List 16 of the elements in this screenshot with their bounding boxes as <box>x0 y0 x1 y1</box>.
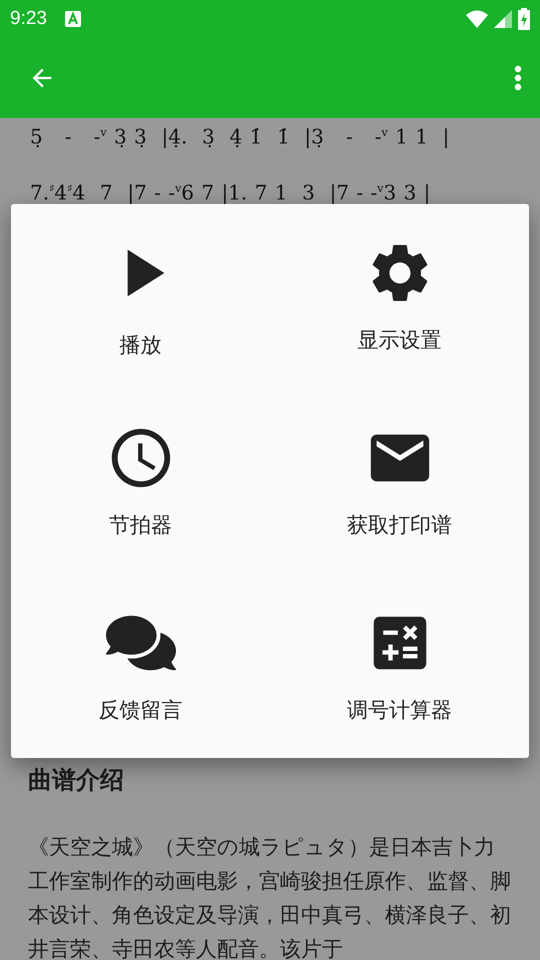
battery-icon <box>518 8 530 30</box>
notation-line: 5̣ - -$^{v}$ 3̣ 3̣ |4̣. 3̣ 4̣ 1̇ 1̇ |3̣ - -$^{v}$ 1 1 | <box>30 124 450 151</box>
menu-item[interactable]: 节拍器 <box>11 388 270 574</box>
menu-item[interactable]: 反馈留言 <box>11 573 270 758</box>
signal-icon <box>494 10 512 28</box>
menu-item[interactable]: 显示设置 <box>270 204 529 389</box>
wifi-icon <box>466 10 488 28</box>
menu-item[interactable]: 获取打印谱 <box>270 388 529 574</box>
status-time: 9:23 <box>10 8 47 30</box>
menu-item[interactable]: 调号计算器 <box>270 573 529 758</box>
more-options-icon <box>514 65 522 91</box>
notification-icon <box>64 11 81 27</box>
section-heading: 曲谱介绍 <box>28 765 124 796</box>
notation-line: 7.$^{♯}$4$^{♯}$4 7 |7 - -$^{v}$6 7 |1. 7 1 3 |7 - -$^{v}$3 3 | <box>30 179 430 206</box>
intro-paragraph: 《天空之城》（天空の城ラピュタ）是日本吉卜力工作室制作的动画电影，宫崎骏担任原作、监督、脚本设计、角色设定及导演，田中真弓、横泽良子、初井言荣、寺田农等人配音。该片于 <box>28 834 512 960</box>
menu-item[interactable]: 播放 <box>11 204 270 389</box>
